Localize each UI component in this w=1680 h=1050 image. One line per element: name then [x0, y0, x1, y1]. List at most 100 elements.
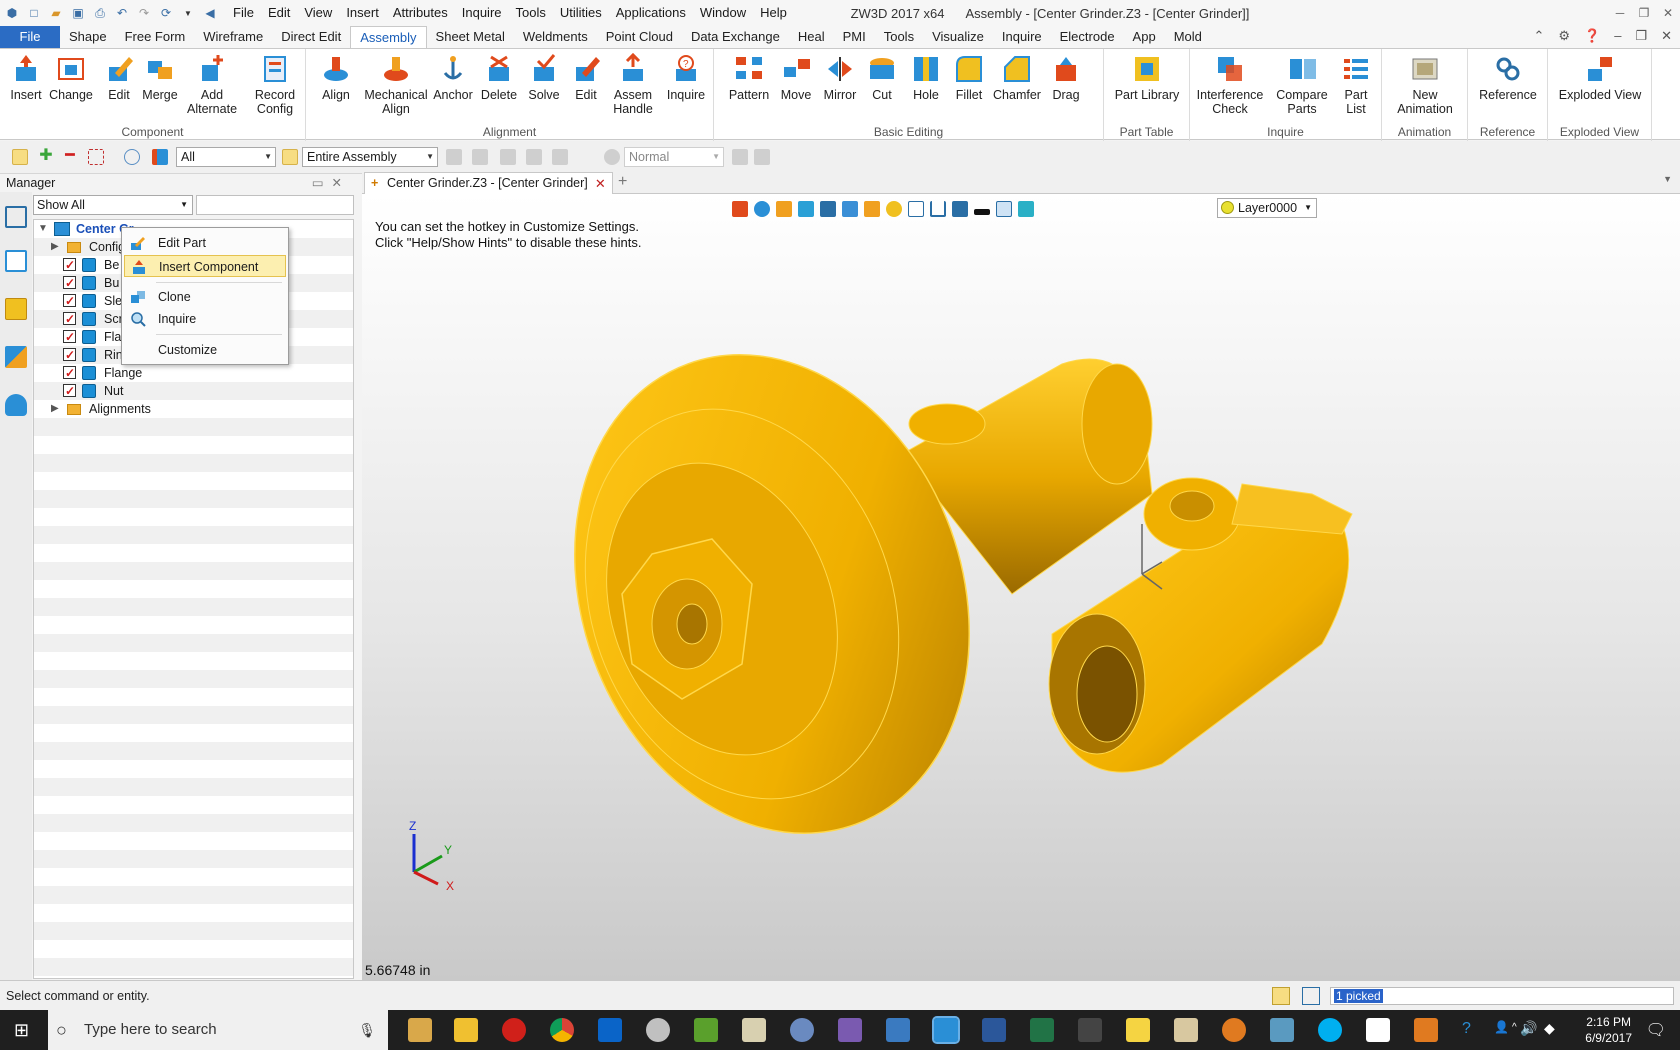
opera-icon[interactable]: [502, 1018, 526, 1042]
new-animation-button[interactable]: New Animation: [1386, 53, 1464, 116]
chrome-icon[interactable]: [550, 1018, 574, 1042]
add-alternate-button[interactable]: Add Alternate: [180, 53, 244, 116]
tab-tools[interactable]: Tools: [875, 26, 923, 48]
back-arrow-icon[interactable]: ◀: [202, 5, 218, 21]
new-file-icon[interactable]: □: [26, 5, 42, 21]
word-icon[interactable]: [982, 1018, 1006, 1042]
menu-item-edit-part[interactable]: Edit Part: [124, 232, 286, 254]
microphone-icon[interactable]: 🎙: [358, 1010, 376, 1050]
lasso-select-icon[interactable]: [124, 149, 140, 165]
filter-dropdown[interactable]: All ▼: [176, 147, 276, 167]
app-orange-icon[interactable]: [1222, 1018, 1246, 1042]
filter-icon[interactable]: [152, 149, 168, 165]
app-chart-icon[interactable]: [694, 1018, 718, 1042]
status-list-icon[interactable]: [1302, 987, 1320, 1005]
notifications-icon[interactable]: 🗨: [1646, 1020, 1666, 1040]
outlook-icon[interactable]: [598, 1018, 622, 1042]
tab-visualize[interactable]: Visualize: [923, 26, 993, 48]
app-clapper-icon[interactable]: [742, 1018, 766, 1042]
assembly-tree-icon[interactable]: [5, 250, 27, 272]
menu-item-clone[interactable]: Clone: [124, 286, 286, 308]
insert-button[interactable]: Insert: [6, 53, 46, 102]
assem-handle-button[interactable]: Assem Handle: [606, 53, 660, 116]
part-library-button[interactable]: Part Library: [1110, 53, 1184, 102]
close-panel-icon[interactable]: ✕: [332, 176, 350, 190]
zw3d-taskbar-icon[interactable]: [932, 1016, 960, 1044]
align-button[interactable]: Align: [310, 53, 362, 102]
close-tab-icon[interactable]: ✕: [595, 173, 606, 194]
part-icon[interactable]: [5, 298, 27, 320]
tab-overflow-icon[interactable]: ▼: [1663, 174, 1672, 184]
menu-item-customize[interactable]: Customize: [124, 339, 286, 361]
dropdown-arrow-icon[interactable]: ▼: [180, 5, 196, 21]
scope-dropdown[interactable]: Entire Assembly ▼: [302, 147, 438, 167]
minimize-icon[interactable]: ─: [1608, 0, 1632, 26]
app-network-icon[interactable]: [1270, 1018, 1294, 1042]
tray-up-icon[interactable]: ^: [1512, 1022, 1517, 1033]
doc-minimize-icon[interactable]: –: [1614, 28, 1621, 44]
visibility-checkbox[interactable]: [63, 274, 76, 292]
open-folder-icon[interactable]: ▰: [48, 5, 64, 21]
print-icon[interactable]: ⎙: [92, 5, 108, 21]
app-wing-icon[interactable]: [1174, 1018, 1198, 1042]
collapse-ribbon-icon[interactable]: ⌃: [1533, 28, 1544, 44]
cut-button[interactable]: Cut: [862, 53, 902, 102]
drag-button[interactable]: Drag: [1044, 53, 1088, 102]
fillet-button[interactable]: Fillet: [948, 53, 990, 102]
scope-icon[interactable]: [282, 149, 298, 165]
app-sync-icon[interactable]: [790, 1018, 814, 1042]
edit-alignment-button[interactable]: Edit: [566, 53, 606, 102]
center-grinder-model[interactable]: [362, 194, 1680, 980]
app-logo-icon[interactable]: ⬢: [4, 5, 20, 21]
pattern-button[interactable]: Pattern: [724, 53, 774, 102]
manager-search-input[interactable]: [196, 195, 354, 215]
tab-inquire[interactable]: Inquire: [993, 26, 1051, 48]
user-icon[interactable]: [5, 394, 27, 416]
media-player-icon[interactable]: [1414, 1018, 1438, 1042]
tab-data-exchange[interactable]: Data Exchange: [682, 26, 789, 48]
change-button[interactable]: Change: [46, 53, 96, 102]
document-tab[interactable]: + Center Grinder.Z3 - [Center Grinder] ✕: [364, 172, 613, 194]
3d-viewport[interactable]: You can set the hotkey in Customize Sett…: [362, 194, 1680, 980]
undo-icon[interactable]: ↶: [114, 5, 130, 21]
tab-direct-edit[interactable]: Direct Edit: [272, 26, 350, 48]
app-car-icon[interactable]: [886, 1018, 910, 1042]
photos-icon[interactable]: [1366, 1018, 1390, 1042]
menu-help[interactable]: Help: [753, 0, 794, 26]
people-icon[interactable]: 👤: [1494, 1020, 1509, 1034]
add-plus-icon[interactable]: ✚: [38, 148, 54, 165]
expand-right-icon[interactable]: ▶: [51, 400, 59, 418]
close-icon[interactable]: ✕: [1656, 0, 1680, 26]
compare-parts-button[interactable]: Compare Parts: [1270, 53, 1334, 116]
tab-app[interactable]: App: [1124, 26, 1165, 48]
tab-point-cloud[interactable]: Point Cloud: [597, 26, 682, 48]
menu-applications[interactable]: Applications: [609, 0, 693, 26]
menu-insert[interactable]: Insert: [339, 0, 386, 26]
visibility-checkbox[interactable]: [63, 310, 76, 328]
dropbox-icon[interactable]: ◆: [1544, 1020, 1555, 1037]
view-icon[interactable]: [5, 346, 27, 368]
tab-weldments[interactable]: Weldments: [514, 26, 597, 48]
menu-utilities[interactable]: Utilities: [553, 0, 609, 26]
tab-shape[interactable]: Shape: [60, 26, 116, 48]
exploded-view-button[interactable]: Exploded View: [1558, 53, 1642, 102]
pick-cursor-icon[interactable]: [12, 149, 28, 165]
expand-down-icon[interactable]: ▼: [38, 220, 48, 238]
visibility-checkbox[interactable]: [63, 256, 76, 274]
part-list-button[interactable]: Part List: [1334, 53, 1378, 116]
edit-component-button[interactable]: Edit: [100, 53, 138, 102]
help-taskbar-icon[interactable]: ?: [1462, 1020, 1471, 1038]
tree-item-alignments[interactable]: ▶ Alignments: [34, 400, 334, 418]
hole-button[interactable]: Hole: [904, 53, 948, 102]
interference-check-button[interactable]: Interference Check: [1194, 53, 1266, 116]
delete-alignment-button[interactable]: Delete: [476, 53, 522, 102]
expand-right-icon[interactable]: ▶: [51, 238, 59, 256]
manager-filter-dropdown[interactable]: Show All ▼: [33, 195, 193, 215]
visibility-checkbox[interactable]: [63, 382, 76, 400]
windows-start-icon[interactable]: ⊞: [14, 1020, 34, 1040]
tab-assembly[interactable]: Assembly: [350, 26, 427, 48]
restore-icon[interactable]: ❐: [1632, 0, 1656, 26]
status-mode-icon[interactable]: [1272, 987, 1290, 1005]
menu-item-inquire[interactable]: Inquire: [124, 308, 286, 330]
taskbar-clock[interactable]: 2:16 PM 6/9/2017: [1585, 1014, 1632, 1046]
